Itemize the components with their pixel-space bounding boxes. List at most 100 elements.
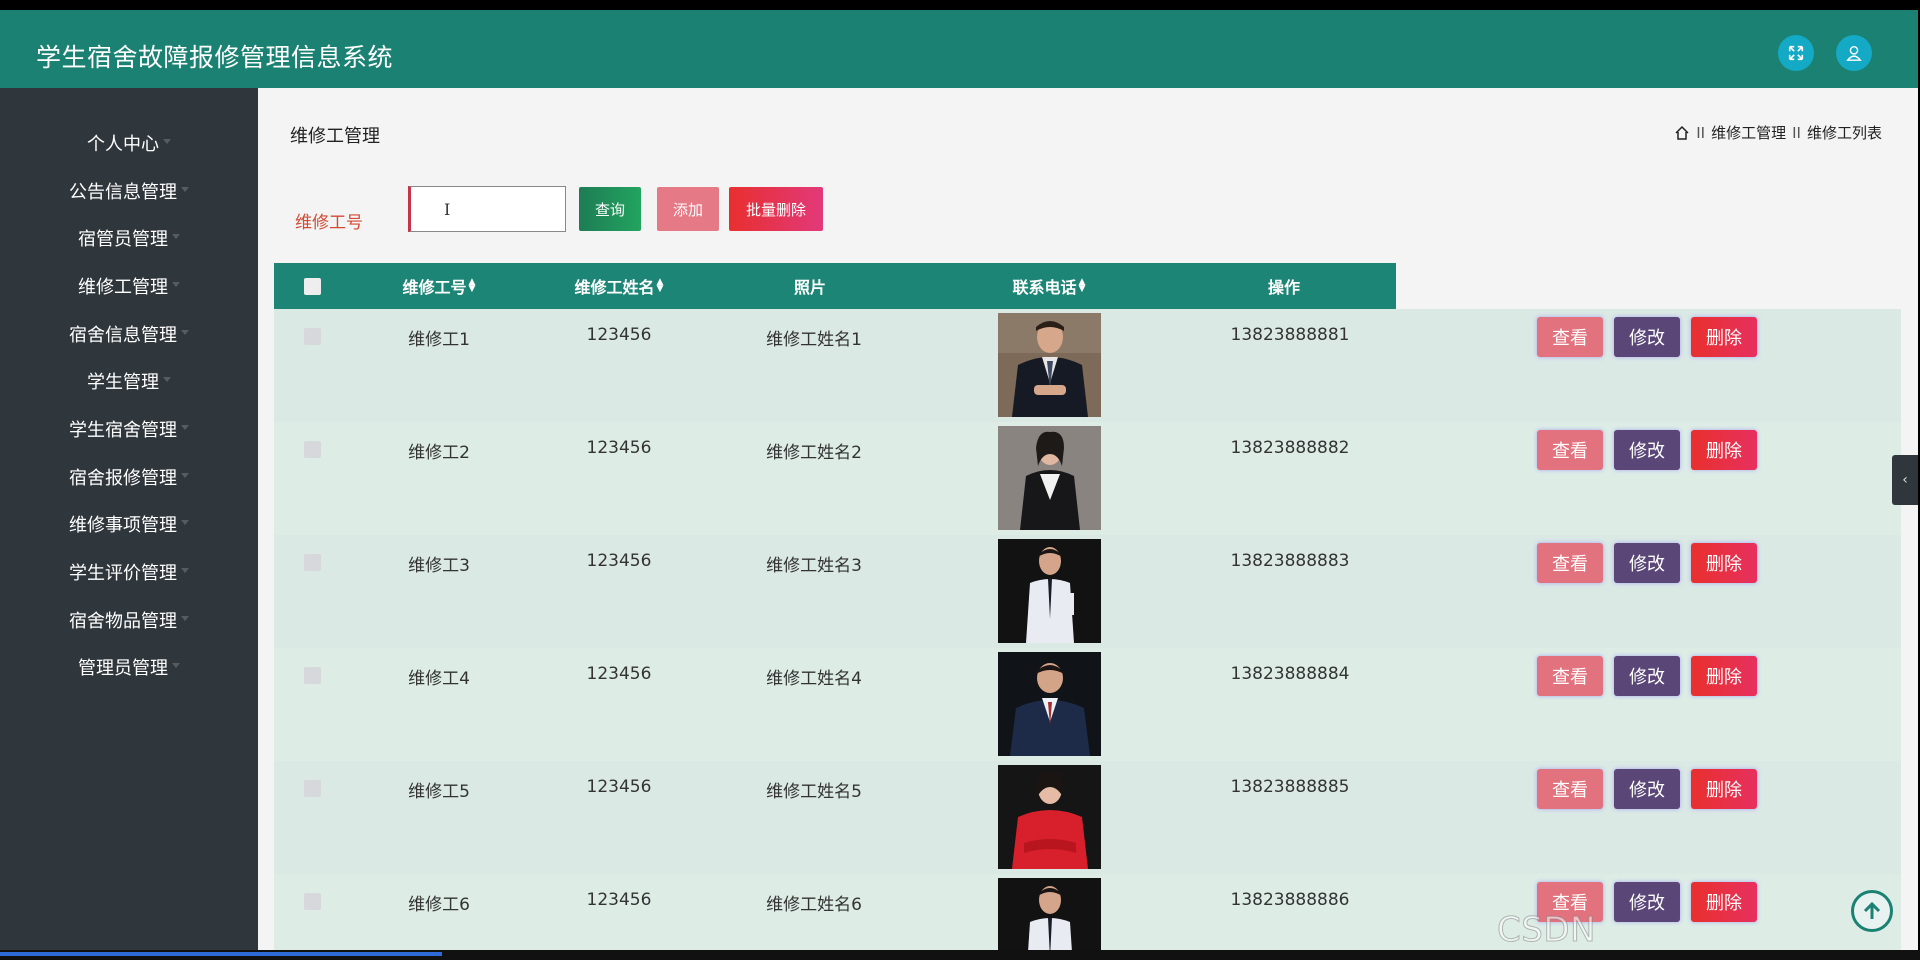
column-header-name[interactable]: 维修工姓名 ▲ ▼ [544, 263, 694, 309]
cell-password: 123456 [586, 325, 652, 345]
table-row: 维修工3 123456 维修工姓名3 13823888883 查看 修改 删除 [274, 535, 1901, 648]
sidebar-item-dorm-info[interactable]: 宿舍信息管理 [0, 319, 258, 349]
sidebar-item-repairmen[interactable]: 维修工管理 [0, 271, 258, 301]
edit-button[interactable]: 修改 [1614, 543, 1680, 583]
view-button[interactable]: 查看 [1537, 769, 1603, 809]
cell-id: 维修工1 [408, 330, 470, 350]
table-row: 维修工5 123456 维修工姓名5 13823888885 查看 修改 删除 [274, 761, 1901, 874]
sidebar-item-admins[interactable]: 管理员管理 [0, 652, 258, 682]
cell-name: 维修工姓名3 [766, 556, 862, 576]
column-header-actions: 操作 [1234, 263, 1334, 309]
row-checkbox[interactable] [304, 780, 321, 797]
edit-button[interactable]: 修改 [1614, 656, 1680, 696]
app-title: 学生宿舍故障报修管理信息系统 [36, 43, 394, 72]
cell-id: 维修工3 [408, 556, 470, 576]
photo-man-navy-suit [998, 652, 1101, 756]
row-checkbox[interactable] [304, 667, 321, 684]
sidebar-item-label: 宿舍报修管理 [69, 468, 177, 489]
cell-id: 维修工2 [408, 443, 470, 463]
column-header-label: 维修工号 [402, 278, 467, 297]
edit-button[interactable]: 修改 [1614, 769, 1680, 809]
main-content: 维修工管理 II 维修工管理 II 维修工列表 维修工号 I 查询 添加 批量删… [258, 88, 1918, 950]
sidebar-item-label: 学生评价管理 [69, 563, 177, 584]
cell-id: 维修工6 [408, 895, 470, 915]
sidebar-item-label: 维修工管理 [78, 277, 168, 298]
sidebar-item-label: 宿舍物品管理 [69, 611, 177, 632]
expand-icon [1788, 45, 1804, 61]
batch-delete-button[interactable]: 批量删除 [729, 187, 823, 231]
sidebar-item-announcements[interactable]: 公告信息管理 [0, 176, 258, 206]
video-progress-bar[interactable] [0, 950, 1920, 960]
view-button[interactable]: 查看 [1537, 317, 1603, 357]
edit-button[interactable]: 修改 [1614, 317, 1680, 357]
delete-button[interactable]: 删除 [1691, 769, 1757, 809]
row-checkbox[interactable] [304, 328, 321, 345]
delete-button[interactable]: 删除 [1691, 430, 1757, 470]
column-header-phone[interactable]: 联系电话 ▲ ▼ [974, 263, 1124, 309]
delete-button[interactable]: 删除 [1691, 543, 1757, 583]
fullscreen-button[interactable] [1778, 35, 1814, 71]
query-button[interactable]: 查询 [579, 187, 641, 231]
cell-phone: 13823888883 [1230, 551, 1350, 571]
search-label: 维修工号 [295, 213, 363, 233]
watermark: CSDN @nodejava666666 [1497, 910, 1825, 951]
table-header: 维修工号 ▲ ▼ 维修工姓名 ▲ ▼ 照片 联系电话 ▲ ▼ 操作 [274, 263, 1396, 309]
edit-button[interactable]: 修改 [1614, 430, 1680, 470]
row-checkbox[interactable] [304, 554, 321, 571]
chevron-down-icon [172, 233, 180, 239]
chevron-down-icon [181, 424, 189, 430]
sidebar-item-dorm-managers[interactable]: 宿管员管理 [0, 223, 258, 253]
sidebar-item-repair-items[interactable]: 维修事项管理 [0, 509, 258, 539]
cell-phone: 13823888884 [1230, 664, 1350, 684]
user-button[interactable] [1836, 35, 1872, 71]
sidebar-item-student-dorms[interactable]: 学生宿舍管理 [0, 414, 258, 444]
sidebar-item-label: 学生宿舍管理 [69, 420, 177, 441]
home-icon[interactable] [1674, 125, 1690, 141]
row-checkbox[interactable] [304, 893, 321, 910]
chevron-down-icon [181, 472, 189, 478]
cell-phone: 13823888886 [1230, 890, 1350, 910]
breadcrumb-separator: II [1792, 123, 1801, 142]
cell-password: 123456 [586, 890, 652, 910]
sidebar-item-label: 维修事项管理 [69, 515, 177, 536]
sidebar-item-students[interactable]: 学生管理 [0, 366, 258, 396]
page-title: 维修工管理 [290, 126, 380, 147]
view-button[interactable]: 查看 [1537, 430, 1603, 470]
view-button[interactable]: 查看 [1537, 543, 1603, 583]
video-progress-fill [0, 952, 442, 956]
delete-button[interactable]: 删除 [1691, 656, 1757, 696]
chevron-down-icon [181, 186, 189, 192]
cell-password: 123456 [586, 551, 652, 571]
column-header-photo: 照片 [760, 263, 860, 309]
sort-icon: ▲ ▼ [656, 277, 664, 294]
cell-password: 123456 [586, 664, 652, 684]
add-button[interactable]: 添加 [657, 187, 719, 231]
sidebar-item-dorm-goods[interactable]: 宿舍物品管理 [0, 605, 258, 635]
view-button[interactable]: 查看 [1537, 656, 1603, 696]
sidebar-item-student-reviews[interactable]: 学生评价管理 [0, 557, 258, 587]
cell-name: 维修工姓名2 [766, 443, 862, 463]
delete-button[interactable]: 删除 [1691, 317, 1757, 357]
app-window: 学生宿舍故障报修管理信息系统 个人中心 公告信息管理 宿管员管理 维修工管理 宿… [0, 10, 1918, 950]
search-input[interactable] [408, 186, 566, 232]
cell-id: 维修工4 [408, 669, 470, 689]
breadcrumb-item[interactable]: 维修工管理 [1711, 122, 1786, 143]
breadcrumb: II 维修工管理 II 维修工列表 [1674, 122, 1882, 143]
cell-password: 123456 [586, 777, 652, 797]
sidebar-item-repair-requests[interactable]: 宿舍报修管理 [0, 462, 258, 492]
column-header-id[interactable]: 维修工号 ▲ ▼ [374, 263, 504, 309]
cell-id: 维修工5 [408, 782, 470, 802]
select-all-checkbox[interactable] [304, 278, 321, 295]
sidebar-item-label: 宿舍信息管理 [69, 325, 177, 346]
photo-man-white-shirt [998, 539, 1101, 643]
row-checkbox[interactable] [304, 441, 321, 458]
sort-icon: ▲ ▼ [1078, 277, 1086, 294]
cell-phone: 13823888882 [1230, 438, 1350, 458]
collapse-panel-button[interactable]: ‹ [1892, 455, 1918, 505]
column-header-label: 操作 [1267, 278, 1300, 297]
column-header-label: 联系电话 [1012, 278, 1077, 297]
photo-man-suit-grey [998, 313, 1101, 417]
sidebar-item-personal-center[interactable]: 个人中心 [0, 128, 258, 158]
chevron-down-icon [172, 281, 180, 287]
user-icon [1846, 45, 1862, 61]
